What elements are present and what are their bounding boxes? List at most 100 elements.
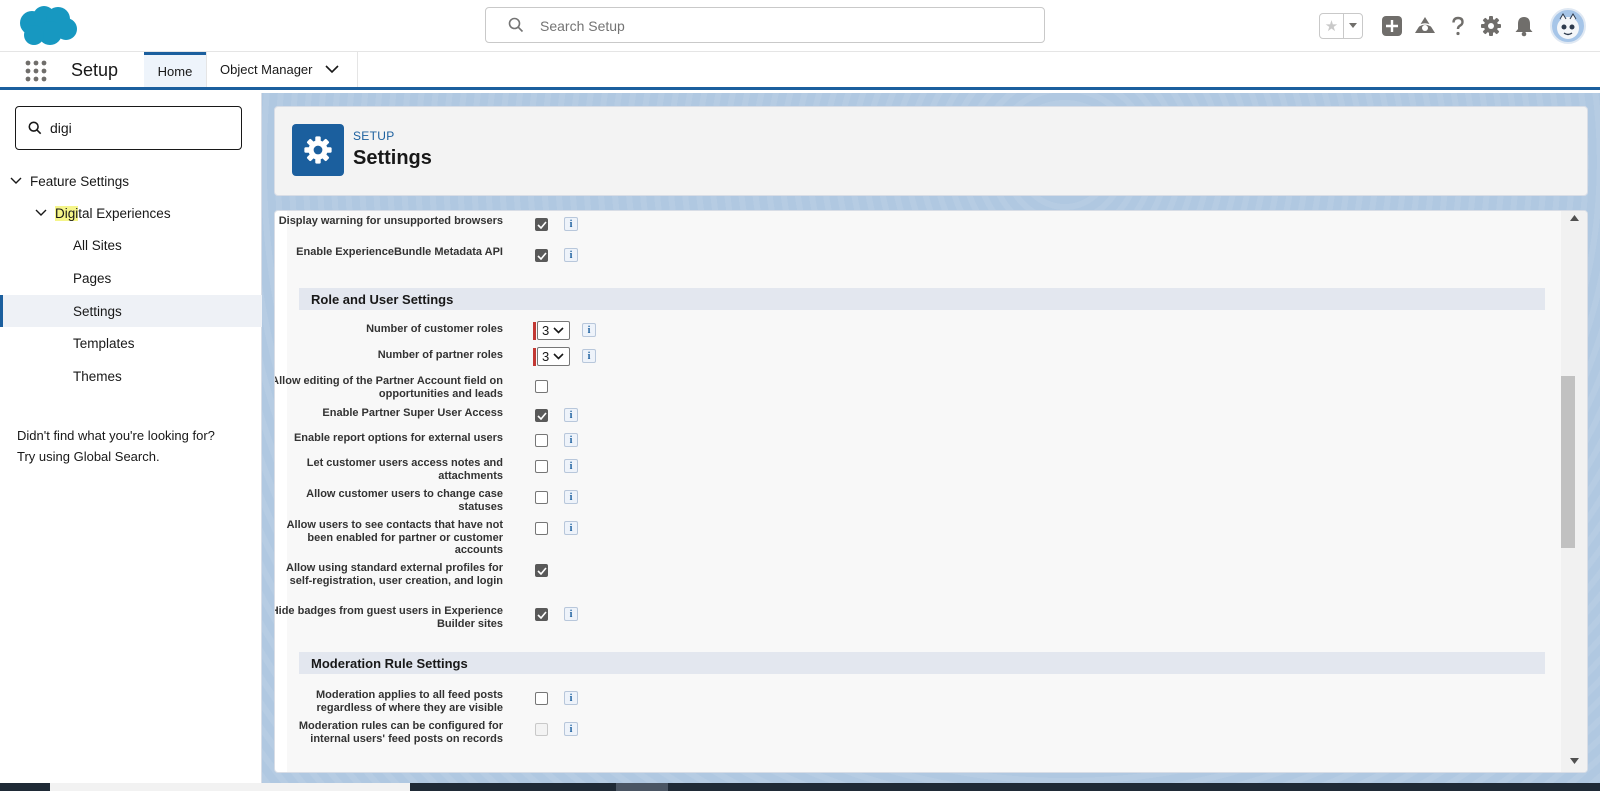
chevron-down-icon [553, 353, 564, 360]
tree-item-label: Settings [73, 303, 122, 319]
required-indicator [533, 347, 536, 366]
global-header: Search Setup ★ [0, 0, 1600, 52]
info-icon[interactable]: i [564, 691, 578, 705]
select-value: 3 [542, 349, 550, 364]
info-icon[interactable]: i [564, 722, 578, 736]
setting-checkbox[interactable] [535, 692, 548, 705]
partner-roles-select[interactable]: 3 [533, 347, 570, 366]
app-launcher-icon[interactable] [24, 59, 48, 83]
setting-label: Let customer users access notes and atta… [306, 457, 503, 482]
setting-checkbox[interactable] [535, 218, 548, 231]
user-avatar[interactable] [1550, 8, 1586, 44]
chevron-down-icon[interactable] [35, 209, 47, 217]
tree-digital-experiences[interactable]: Digi tal Experiences [35, 197, 171, 229]
search-icon [508, 17, 524, 33]
chevron-down-icon[interactable] [324, 65, 339, 74]
setting-label: Enable report options for external users [293, 432, 503, 444]
setting-label: Enable Partner Super User Access [322, 407, 503, 419]
star-icon[interactable]: ★ [1320, 14, 1344, 38]
setting-checkbox[interactable] [535, 522, 548, 535]
taskbar-item[interactable] [616, 783, 668, 791]
setting-checkbox[interactable] [535, 723, 548, 736]
tree-item-templates[interactable]: Templates [73, 327, 135, 359]
setting-checkbox[interactable] [535, 564, 548, 577]
trailhead-icon[interactable] [1414, 15, 1436, 37]
setting-checkbox[interactable] [535, 249, 548, 262]
info-icon[interactable]: i [564, 459, 578, 473]
settings-gear-icon [292, 124, 344, 176]
info-icon[interactable]: i [564, 607, 578, 621]
os-taskbar [0, 783, 1600, 791]
section-moderation-rule-settings: Moderation Rule Settings [299, 652, 1545, 674]
setting-checkbox[interactable] [535, 434, 548, 447]
global-search-input[interactable]: Search Setup [485, 7, 1045, 43]
tab-object-manager-label: Object Manager [220, 62, 313, 77]
tree-digital-experiences-label: tal Experiences [78, 205, 171, 221]
info-icon[interactable]: i [564, 408, 578, 422]
search-match-highlight: Digi [55, 205, 79, 221]
info-icon[interactable]: i [564, 521, 578, 535]
caret-down-icon [1349, 23, 1357, 28]
notifications-bell-icon[interactable] [1513, 15, 1535, 37]
settings-form: Display warning for unsupported browsers… [275, 211, 1563, 772]
setting-label: Moderation rules can be configured for i… [298, 720, 503, 745]
vertical-scrollbar[interactable] [1561, 211, 1587, 772]
tree-item-all-sites[interactable]: All Sites [73, 229, 122, 261]
search-icon [28, 121, 42, 135]
setting-label: Hide badges from guest users in Experien… [274, 605, 503, 630]
info-icon[interactable]: i [564, 217, 578, 231]
tree-item-settings[interactable]: Settings [73, 295, 122, 327]
tree-feature-settings[interactable]: Feature Settings [10, 165, 129, 197]
favorites-control[interactable]: ★ [1319, 13, 1363, 39]
info-icon[interactable]: i [582, 323, 596, 337]
setting-label: Display warning for unsupported browsers [278, 215, 503, 227]
scroll-down-arrow-icon[interactable] [1568, 758, 1580, 768]
tab-home[interactable]: Home [144, 52, 206, 87]
quick-find-value: digi [50, 120, 72, 136]
setting-checkbox[interactable] [535, 491, 548, 504]
help-icon[interactable] [1447, 15, 1469, 37]
partner-roles-value[interactable]: 3 [537, 347, 570, 366]
context-bar: Setup Home Object Manager [0, 52, 1600, 90]
required-indicator [533, 321, 536, 340]
setup-gear-icon[interactable] [1480, 15, 1502, 37]
setting-label: Allow customer users to change case stat… [306, 488, 503, 513]
favorites-dropdown[interactable] [1344, 14, 1362, 38]
app-name: Setup [71, 60, 119, 80]
tree-item-label: Templates [73, 335, 135, 351]
setting-label: Number of partner roles [377, 349, 503, 361]
global-actions-icon[interactable] [1381, 15, 1403, 37]
chevron-down-icon[interactable] [10, 177, 22, 185]
setting-checkbox[interactable] [535, 409, 548, 422]
tree-item-label: All Sites [73, 237, 122, 253]
not-found-line-1: Didn't find what you're looking for? [17, 428, 215, 443]
setting-label: Allow users to see contacts that have no… [286, 519, 503, 556]
salesforce-logo[interactable] [16, 5, 78, 47]
tree-feature-settings-label: Feature Settings [30, 173, 130, 189]
page-eyebrow: SETUP [353, 129, 395, 143]
quick-find-input[interactable]: digi [15, 106, 242, 150]
setting-label: Allow editing of the Partner Account fie… [274, 375, 503, 400]
chevron-down-icon [553, 327, 564, 334]
customer-roles-select[interactable]: 3 [533, 321, 570, 340]
customer-roles-value[interactable]: 3 [537, 321, 570, 340]
scrollbar-thumb[interactable] [1561, 376, 1575, 548]
info-icon[interactable]: i [582, 349, 596, 363]
setting-checkbox[interactable] [535, 608, 548, 621]
header-icons: ★ [1319, 8, 1586, 44]
tree-item-pages[interactable]: Pages [73, 262, 111, 294]
page-title: Settings [353, 147, 432, 169]
info-icon[interactable]: i [564, 433, 578, 447]
setting-checkbox[interactable] [535, 380, 548, 393]
tree-item-label: Themes [73, 368, 122, 384]
settings-frame: Display warning for unsupported browsers… [274, 210, 1588, 773]
scroll-up-arrow-icon[interactable] [1568, 215, 1580, 225]
tree-item-themes[interactable]: Themes [73, 360, 122, 392]
section-role-and-user-settings: Role and User Settings [299, 288, 1545, 310]
tree-item-label: Pages [73, 270, 112, 286]
taskbar-window[interactable] [50, 783, 410, 791]
setting-checkbox[interactable] [535, 460, 548, 473]
info-icon[interactable]: i [564, 248, 578, 262]
info-icon[interactable]: i [564, 490, 578, 504]
tab-object-manager[interactable]: Object Manager [206, 52, 358, 87]
